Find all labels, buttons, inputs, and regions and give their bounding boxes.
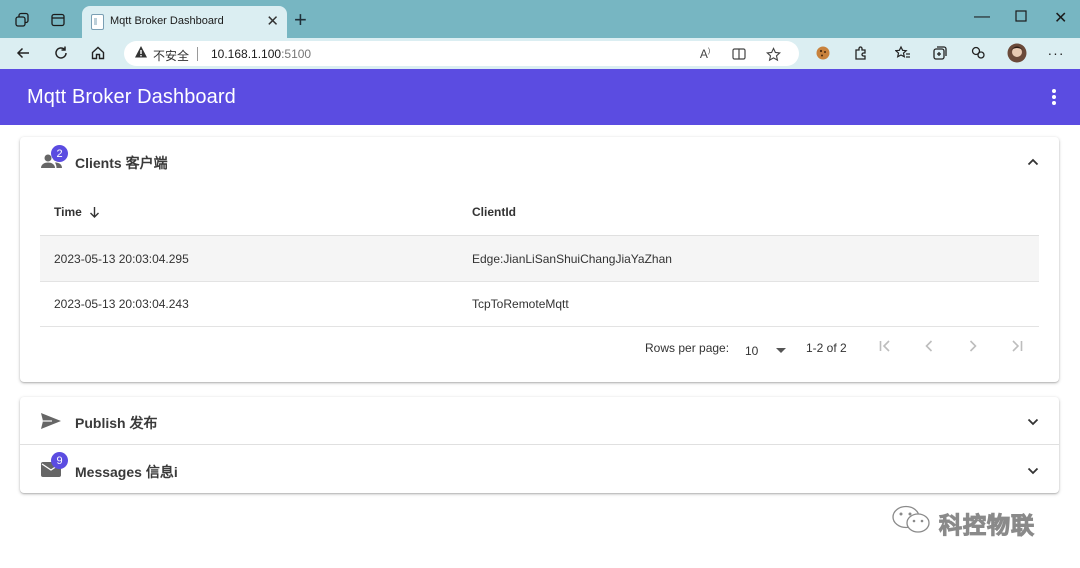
profile-avatar[interactable] [1006, 42, 1028, 64]
read-aloud-icon[interactable]: A) [696, 45, 714, 63]
row-clientid: Edge:JianLiSanShuiChangJiaYaZhan [472, 252, 672, 266]
page-favicon-icon [91, 14, 104, 30]
accordion-group: Publish 发布 9 Messages 信息i [20, 397, 1059, 493]
table-row[interactable]: 2023-05-13 20:03:04.295 Edge:JianLiSanSh… [40, 236, 1039, 282]
favorite-star-icon[interactable] [764, 45, 782, 63]
messages-panel-header[interactable]: 9 Messages 信息i [20, 445, 1059, 493]
browser-toolbar: 不安全 10.168.1.100:5100 A) ··· [0, 38, 1080, 69]
workspaces-icon[interactable] [12, 10, 32, 30]
row-time: 2023-05-13 20:03:04.243 [54, 297, 189, 311]
messages-count-badge: 9 [51, 452, 68, 469]
watermark: 科控物联 [891, 504, 1035, 541]
app-menu-icon[interactable] [1052, 89, 1056, 105]
dropdown-arrow-icon[interactable] [775, 343, 786, 357]
refresh-icon[interactable] [50, 42, 72, 64]
row-clientid: TcpToRemoteMqtt [472, 297, 569, 311]
column-header-clientid[interactable]: ClientId [472, 205, 516, 219]
app-bar: Mqtt Broker Dashboard [0, 69, 1080, 125]
clients-panel-title: Clients 客户端 [75, 155, 168, 171]
row-time: 2023-05-13 20:03:04.295 [54, 252, 189, 266]
wechat-logo-icon [891, 504, 933, 541]
split-screen-icon[interactable] [730, 45, 748, 63]
maximize-icon[interactable] [1015, 9, 1027, 27]
home-icon[interactable] [87, 42, 109, 64]
more-menu-icon[interactable]: ··· [1045, 42, 1067, 64]
browser-titlebar: Mqtt Broker Dashboard ✕ + — ✕ [0, 0, 1080, 38]
collections-icon[interactable] [929, 42, 951, 64]
clients-panel-header[interactable]: 2 Clients 客户端 [20, 137, 1059, 185]
column-header-time[interactable]: Time [54, 205, 100, 221]
address-bar[interactable]: 不安全 10.168.1.100:5100 A) [124, 41, 799, 66]
favorites-icon[interactable] [892, 42, 914, 64]
url-host: 10.168.1.100 [211, 47, 282, 61]
send-icon [40, 412, 64, 432]
publish-panel-title: Publish 发布 [75, 415, 158, 431]
close-tab-icon[interactable]: ✕ [266, 12, 279, 30]
browser-tab[interactable]: Mqtt Broker Dashboard ✕ [82, 6, 287, 38]
messages-panel-title: Messages 信息i [75, 464, 178, 480]
table-row[interactable]: 2023-05-13 20:03:04.243 TcpToRemoteMqtt [40, 281, 1039, 327]
warning-icon[interactable] [134, 45, 148, 64]
tab-actions-icon[interactable] [48, 10, 68, 30]
pagination-range: 1-2 of 2 [806, 341, 847, 355]
rows-per-page-select[interactable]: 10 [745, 343, 786, 358]
new-tab-button[interactable]: + [294, 7, 307, 33]
publish-panel-header[interactable]: Publish 发布 [20, 397, 1059, 445]
next-page-icon[interactable] [965, 338, 981, 354]
chevron-up-icon[interactable] [1027, 155, 1039, 167]
app-title: Mqtt Broker Dashboard [27, 86, 236, 108]
insecure-label[interactable]: 不安全 [153, 47, 189, 64]
back-icon[interactable] [12, 42, 34, 64]
address-separator [197, 47, 198, 61]
first-page-icon[interactable] [877, 338, 893, 354]
url-text[interactable]: 10.168.1.100:5100 [211, 47, 311, 61]
url-port: :5100 [281, 47, 312, 61]
watermark-text: 科控物联 [939, 511, 1035, 538]
cookie-extension-icon[interactable] [812, 42, 834, 64]
rows-per-page-label: Rows per page: [645, 341, 730, 355]
last-page-icon[interactable] [1009, 338, 1025, 354]
close-window-icon[interactable]: ✕ [1054, 8, 1067, 28]
chevron-down-icon[interactable] [1027, 415, 1039, 427]
rows-per-page-value: 10 [745, 344, 759, 358]
tab-title: Mqtt Broker Dashboard [110, 15, 224, 27]
chevron-down-icon[interactable] [1027, 464, 1039, 476]
sort-descending-icon[interactable] [89, 206, 100, 221]
column-header-time-label: Time [54, 205, 82, 219]
clients-count-badge: 2 [51, 145, 68, 162]
previous-page-icon[interactable] [921, 338, 937, 354]
extensions-icon[interactable] [850, 42, 872, 64]
browser-essentials-icon[interactable] [967, 42, 989, 64]
minimize-icon[interactable]: — [974, 8, 990, 26]
